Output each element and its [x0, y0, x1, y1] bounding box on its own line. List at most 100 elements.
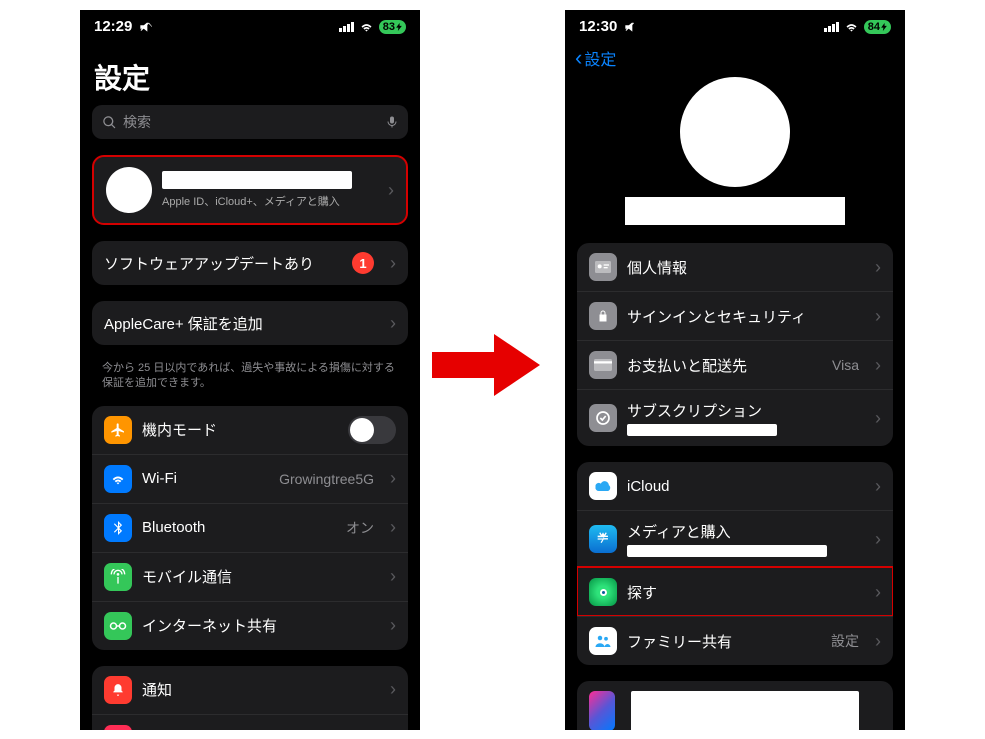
airplane-label: 機内モード	[142, 419, 338, 440]
notifications-row[interactable]: 通知 ›	[92, 666, 408, 714]
chevron-right-icon: ›	[390, 566, 396, 587]
silent-icon	[138, 20, 152, 34]
arrow-right-icon	[432, 330, 542, 400]
wifi-label: Wi-Fi	[142, 470, 269, 487]
chevron-right-icon: ›	[875, 726, 881, 731]
subscriptions-label: サブスクリプション	[627, 400, 859, 421]
applecare-label: AppleCare+ 保証を追加	[104, 313, 374, 334]
notifications-label: 通知	[142, 679, 374, 700]
iphone-icon	[589, 691, 615, 730]
microphone-icon	[386, 114, 398, 130]
sounds-label: サウンドと触覚	[142, 728, 374, 730]
user-name-redacted	[625, 197, 845, 225]
software-update-group: ソフトウェアアップデートあり 1 ›	[92, 241, 408, 285]
cell-signal-icon	[824, 22, 839, 32]
apple-id-row[interactable]: Apple ID、iCloud+、メディアと購入 ›	[92, 155, 408, 225]
airplane-toggle[interactable]	[348, 416, 396, 444]
search-input[interactable]: 検索	[92, 105, 408, 139]
avatar	[680, 77, 790, 187]
status-bar: 12:30 84	[565, 10, 905, 39]
chevron-right-icon: ›	[875, 631, 881, 652]
chevron-left-icon: ‹	[575, 45, 582, 71]
personal-info-row[interactable]: 個人情報 ›	[577, 243, 893, 291]
findmy-row[interactable]: 探す ›	[577, 567, 893, 616]
bluetooth-row[interactable]: Bluetooth オン ›	[92, 503, 408, 552]
status-time: 12:29	[94, 18, 132, 35]
applecare-row[interactable]: AppleCare+ 保証を追加 ›	[92, 301, 408, 345]
back-button[interactable]: ‹ 設定	[565, 39, 905, 77]
chevron-right-icon: ›	[388, 180, 394, 201]
family-row[interactable]: ファミリー共有 設定 ›	[577, 616, 893, 665]
redacted-block	[631, 691, 859, 730]
media-row[interactable]: メディアと購入 ›	[577, 510, 893, 567]
chevron-right-icon: ›	[875, 408, 881, 429]
applecare-note: 今から 25 日以内であれば、過失や事故による損傷に対する保証を追加できます。	[80, 361, 420, 406]
silent-icon	[623, 20, 637, 34]
battery-icon: 84	[864, 20, 891, 34]
phone-appleid: 12:30 84 ‹ 設定 個人情報 › サインインとセキュリティ ›	[565, 10, 905, 730]
account-group: 個人情報 › サインインとセキュリティ › お支払いと配送先 Visa › サブ…	[577, 243, 893, 446]
chevron-right-icon: ›	[390, 615, 396, 636]
personal-label: 個人情報	[627, 257, 859, 278]
payment-row[interactable]: お支払いと配送先 Visa ›	[577, 340, 893, 389]
credit-card-icon	[589, 351, 617, 379]
family-icon	[589, 627, 617, 655]
battery-icon: 83	[379, 20, 406, 34]
wifi-icon	[844, 19, 859, 34]
phone-settings: 12:29 83 設定 検索 Apple ID、iCloud+、メディアと購入 …	[80, 10, 420, 730]
wifi-icon	[359, 19, 374, 34]
signin-label: サインインとセキュリティ	[627, 306, 859, 327]
icloud-row[interactable]: iCloud ›	[577, 462, 893, 510]
apple-id-subtitle: Apple ID、iCloud+、メディアと購入	[162, 193, 372, 209]
avatar	[106, 167, 152, 213]
device-row[interactable]: ›	[577, 681, 893, 730]
software-update-row[interactable]: ソフトウェアアップデートあり 1 ›	[92, 241, 408, 285]
search-placeholder: 検索	[123, 112, 151, 132]
page-title: 設定	[80, 39, 420, 105]
cellular-label: モバイル通信	[142, 566, 374, 587]
cellular-row[interactable]: モバイル通信 ›	[92, 552, 408, 601]
user-name-redacted	[162, 171, 352, 189]
status-bar: 12:29 83	[80, 10, 420, 39]
sounds-row[interactable]: サウンドと触覚 ›	[92, 714, 408, 730]
hotspot-icon	[104, 612, 132, 640]
bell-icon	[104, 676, 132, 704]
family-value: 設定	[831, 631, 859, 651]
hotspot-row[interactable]: インターネット共有 ›	[92, 601, 408, 650]
bluetooth-icon	[104, 514, 132, 542]
airplane-icon	[104, 416, 132, 444]
chevron-right-icon: ›	[390, 313, 396, 334]
family-label: ファミリー共有	[627, 631, 821, 652]
wifi-icon	[104, 465, 132, 493]
chevron-right-icon: ›	[875, 476, 881, 497]
chevron-right-icon: ›	[875, 257, 881, 278]
subscription-icon	[589, 404, 617, 432]
chevron-right-icon: ›	[390, 728, 396, 730]
airplane-row[interactable]: 機内モード	[92, 406, 408, 454]
subscriptions-row[interactable]: サブスクリプション ›	[577, 389, 893, 446]
applecare-group: AppleCare+ 保証を追加 ›	[92, 301, 408, 345]
icloud-icon	[589, 472, 617, 500]
id-card-icon	[589, 253, 617, 281]
signin-security-row[interactable]: サインインとセキュリティ ›	[577, 291, 893, 340]
wifi-value: Growingtree5G	[279, 471, 374, 487]
speaker-icon	[104, 725, 132, 730]
appstore-icon	[589, 525, 617, 553]
hotspot-label: インターネット共有	[142, 615, 374, 636]
status-time: 12:30	[579, 18, 617, 35]
payment-label: お支払いと配送先	[627, 355, 822, 376]
findmy-icon	[589, 578, 617, 606]
chevron-right-icon: ›	[390, 517, 396, 538]
wifi-row[interactable]: Wi-Fi Growingtree5G ›	[92, 454, 408, 503]
back-label: 設定	[584, 46, 616, 70]
redacted-bar	[627, 424, 777, 436]
icloud-label: iCloud	[627, 478, 859, 495]
bluetooth-value: オン	[346, 518, 374, 538]
chevron-right-icon: ›	[875, 306, 881, 327]
lock-icon	[589, 302, 617, 330]
cell-signal-icon	[339, 22, 354, 32]
antenna-icon	[104, 563, 132, 591]
search-icon	[102, 115, 117, 130]
bluetooth-label: Bluetooth	[142, 519, 336, 536]
chevron-right-icon: ›	[875, 355, 881, 376]
